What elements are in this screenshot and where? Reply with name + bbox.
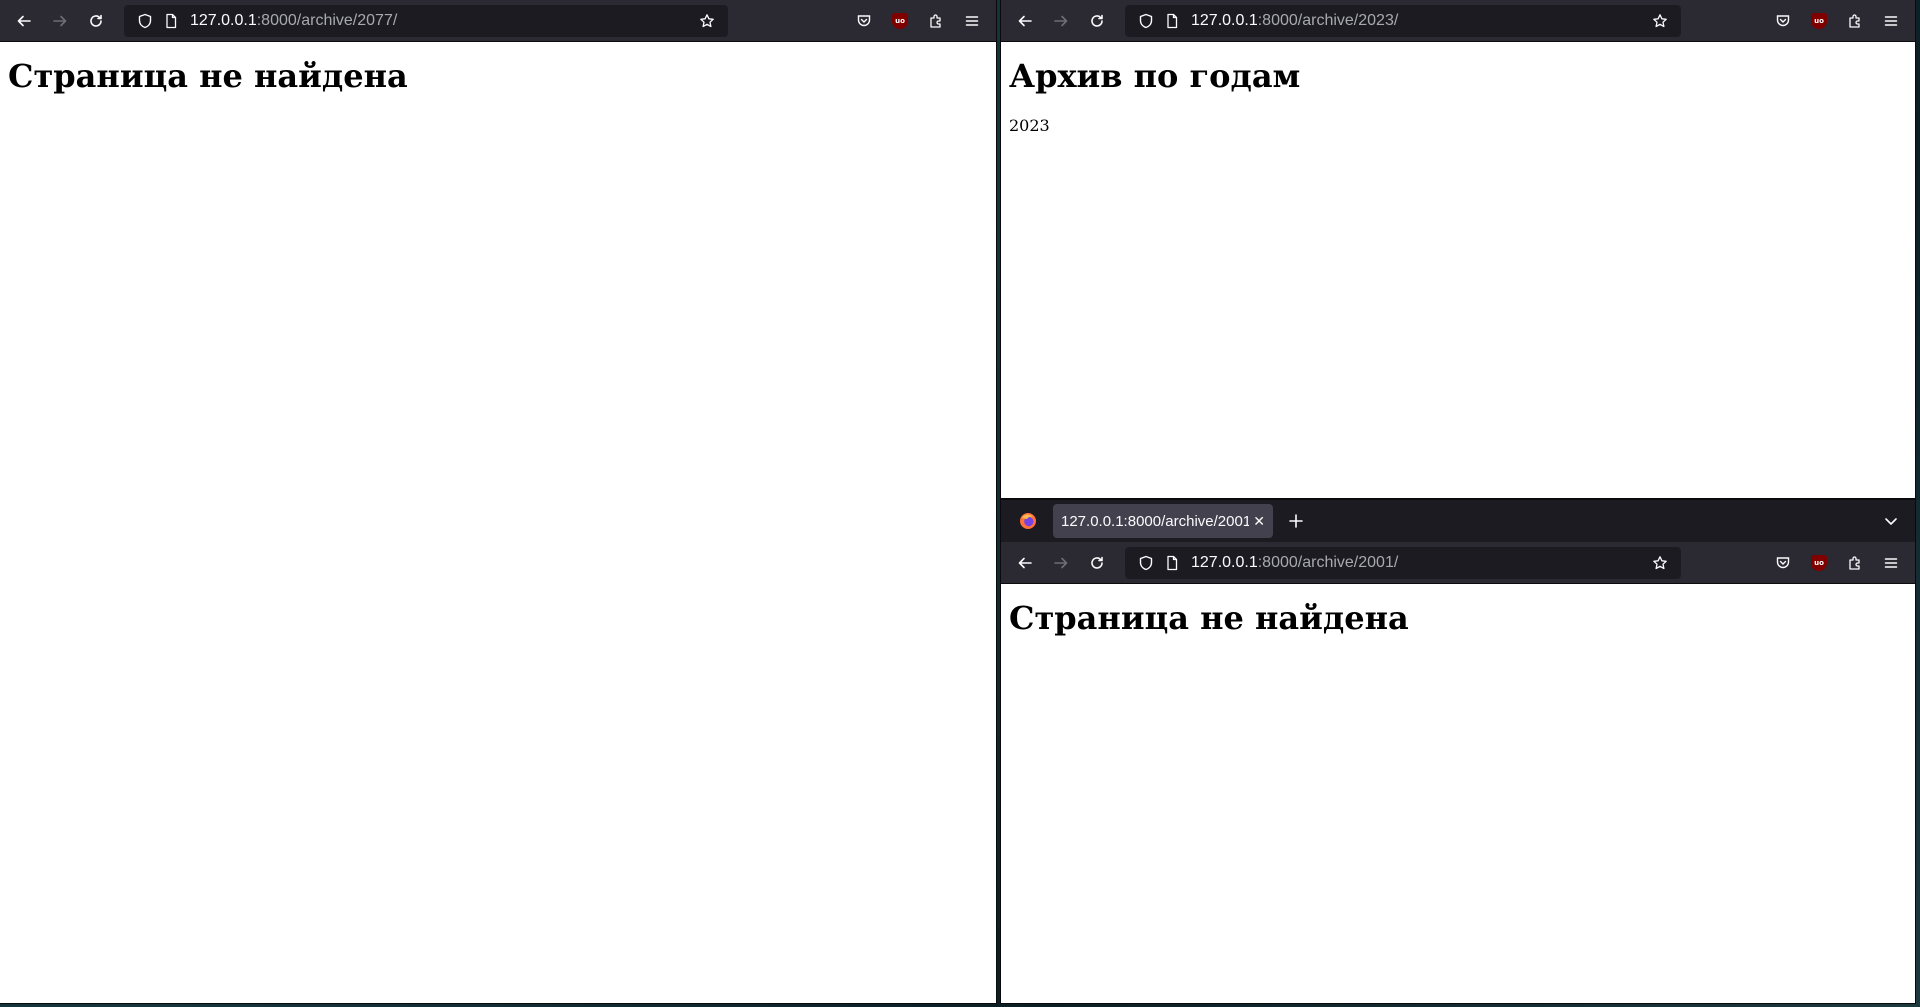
back-button[interactable] <box>1007 547 1043 579</box>
page-info-icon[interactable] <box>158 8 184 34</box>
forward-arrow-icon <box>53 15 67 26</box>
pocket-button[interactable] <box>846 5 882 37</box>
back-arrow-icon <box>1018 557 1032 568</box>
ublock-button[interactable]: uo <box>1801 547 1837 579</box>
ublock-origin-icon: uo <box>892 12 908 29</box>
pocket-icon <box>857 14 871 26</box>
tracking-protection-shield-icon[interactable] <box>1133 550 1159 576</box>
reload-button[interactable] <box>1079 5 1115 37</box>
hamburger-menu-icon <box>1884 557 1898 568</box>
list-all-tabs-button[interactable] <box>1875 505 1907 537</box>
browser-window-left: 127.0.0.1:8000/archive/2077/ uo Страница… <box>0 0 996 1003</box>
reload-icon <box>1091 14 1103 27</box>
reload-button[interactable] <box>78 5 114 37</box>
firefox-view-button[interactable] <box>1007 503 1049 539</box>
firefox-logo-icon <box>1020 513 1036 529</box>
plus-icon <box>1289 514 1303 528</box>
pocket-icon <box>1776 14 1790 26</box>
nav-toolbar: 127.0.0.1:8000/archive/2023/ uo <box>1001 0 1915 42</box>
extensions-button[interactable] <box>1837 547 1873 579</box>
tab-active[interactable]: 127.0.0.1:8000/archive/2001/ ✕ <box>1053 504 1273 538</box>
pocket-button[interactable] <box>1765 5 1801 37</box>
extensions-puzzle-icon <box>930 13 941 28</box>
reload-button[interactable] <box>1079 547 1115 579</box>
page-content: Страница не найдена <box>1001 584 1915 654</box>
back-button[interactable] <box>6 5 42 37</box>
forward-button[interactable] <box>42 5 78 37</box>
url-text[interactable]: 127.0.0.1:8000/archive/2077/ <box>190 12 694 30</box>
page-heading: Страница не найдена <box>8 57 408 95</box>
tracking-protection-shield-icon[interactable] <box>1133 8 1159 34</box>
ublock-origin-icon: uo <box>1811 554 1827 571</box>
hamburger-menu-icon <box>965 15 979 26</box>
back-button[interactable] <box>1007 5 1043 37</box>
page-content: Архив по годам 2023 <box>1001 42 1915 149</box>
toolbar-right: uo <box>1765 547 1909 579</box>
extensions-button[interactable] <box>1837 5 1873 37</box>
forward-arrow-icon <box>1054 557 1068 568</box>
tab-strip: 127.0.0.1:8000/archive/2001/ ✕ <box>1001 500 1915 542</box>
bookmark-star-icon[interactable] <box>694 8 720 34</box>
toolbar-right: uo <box>846 5 990 37</box>
app-menu-button[interactable] <box>1873 547 1909 579</box>
url-text[interactable]: 127.0.0.1:8000/archive/2001/ <box>1191 554 1647 572</box>
back-arrow-icon <box>17 15 31 26</box>
url-text[interactable]: 127.0.0.1:8000/archive/2023/ <box>1191 12 1647 30</box>
app-menu-button[interactable] <box>1873 5 1909 37</box>
url-bar[interactable]: 127.0.0.1:8000/archive/2023/ <box>1125 4 1681 37</box>
tracking-protection-shield-icon[interactable] <box>132 8 158 34</box>
extensions-puzzle-icon <box>1849 13 1860 28</box>
forward-button[interactable] <box>1043 5 1079 37</box>
page-info-icon[interactable] <box>1159 8 1185 34</box>
chevron-down-icon <box>1885 518 1897 525</box>
new-tab-button[interactable] <box>1277 504 1315 538</box>
browser-window-bottom-right: 127.0.0.1:8000/archive/2001/ ✕ 127.0.0.1… <box>1001 500 1915 1003</box>
bookmark-star-icon[interactable] <box>1647 8 1673 34</box>
url-bar[interactable]: 127.0.0.1:8000/archive/2001/ <box>1125 546 1681 579</box>
extensions-puzzle-icon <box>1849 555 1860 570</box>
forward-button[interactable] <box>1043 547 1079 579</box>
ublock-origin-icon: uo <box>1811 12 1827 29</box>
ublock-button[interactable]: uo <box>1801 5 1837 37</box>
page-content: Страница не найдена <box>0 42 996 112</box>
year-entry: 2023 <box>1009 115 1050 135</box>
toolbar-right: uo <box>1765 5 1909 37</box>
browser-window-top-right: 127.0.0.1:8000/archive/2023/ uo Архив по… <box>1001 0 1915 498</box>
extensions-button[interactable] <box>918 5 954 37</box>
bookmark-star-icon[interactable] <box>1647 550 1673 576</box>
close-icon[interactable]: ✕ <box>1253 513 1265 530</box>
forward-arrow-icon <box>1054 15 1068 26</box>
reload-icon <box>1091 556 1103 569</box>
nav-toolbar: 127.0.0.1:8000/archive/2077/ uo <box>0 0 996 42</box>
back-arrow-icon <box>1018 15 1032 26</box>
page-heading: Архив по годам <box>1009 57 1301 95</box>
page-info-icon[interactable] <box>1159 550 1185 576</box>
page-heading: Страница не найдена <box>1009 599 1409 637</box>
url-bar[interactable]: 127.0.0.1:8000/archive/2077/ <box>124 4 728 37</box>
reload-icon <box>90 14 102 27</box>
pocket-icon <box>1776 556 1790 568</box>
tab-title: 127.0.0.1:8000/archive/2001/ <box>1061 512 1250 530</box>
hamburger-menu-icon <box>1884 15 1898 26</box>
pocket-button[interactable] <box>1765 547 1801 579</box>
app-menu-button[interactable] <box>954 5 990 37</box>
nav-toolbar: 127.0.0.1:8000/archive/2001/ uo <box>1001 542 1915 584</box>
ublock-button[interactable]: uo <box>882 5 918 37</box>
